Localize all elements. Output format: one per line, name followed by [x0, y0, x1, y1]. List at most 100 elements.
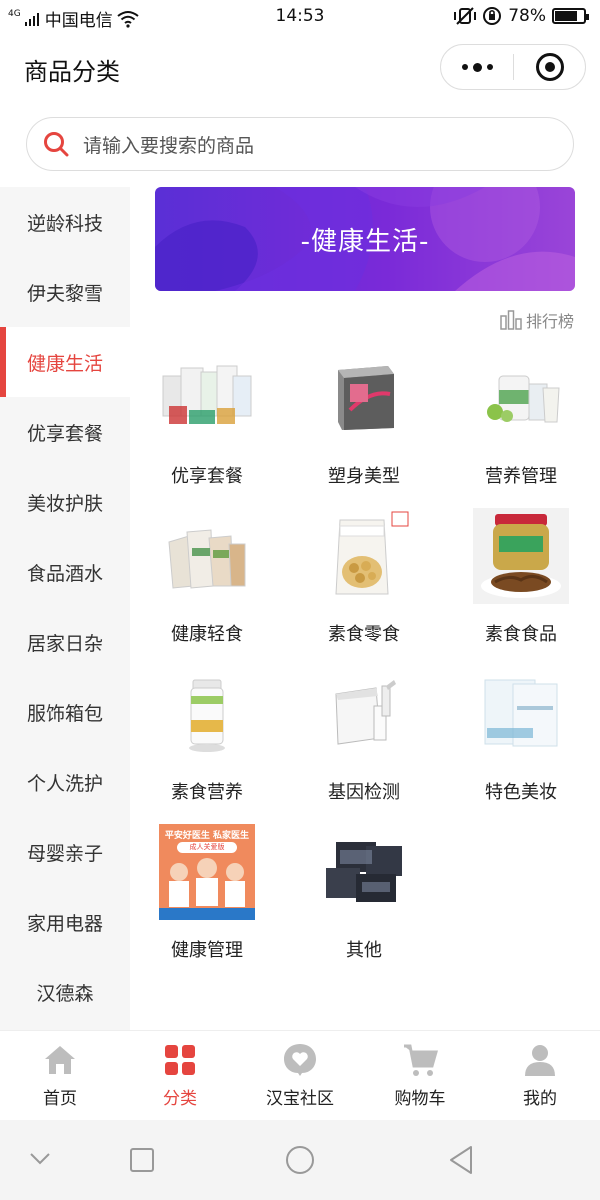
product-label: 营养管理	[485, 466, 557, 487]
sidebar-item[interactable]: 伊夫黎雪	[0, 257, 130, 327]
product-label: 特色美妆	[485, 782, 557, 803]
sidebar-item-label: 汉德森	[36, 982, 94, 1005]
target-icon	[535, 53, 564, 81]
sidebar-item-label: 食品酒水	[26, 562, 103, 585]
product-item[interactable]: 其他	[289, 824, 439, 962]
sidebar-item[interactable]: 食品酒水	[0, 537, 130, 607]
product-label: 素食零食	[328, 624, 400, 645]
bags-image	[316, 824, 412, 920]
system-navbar	[0, 1120, 600, 1200]
sidebar-item[interactable]: 家用电器	[0, 887, 130, 957]
battery-icon	[552, 8, 589, 24]
tab-home[interactable]: 首页	[0, 1031, 120, 1120]
sidebar-item[interactable]: 逆龄科技	[0, 187, 130, 257]
tab-mine[interactable]: 我的	[480, 1031, 600, 1120]
product-item[interactable]: 基因检测	[289, 666, 439, 804]
product-label: 基因检测	[328, 782, 400, 803]
banner-title: -健康生活-	[300, 226, 430, 257]
tab-category[interactable]: 分类	[120, 1031, 240, 1120]
bottom-tabbar: 首页 分类 汉宝社区 购物车 我的	[0, 1030, 600, 1120]
bar-chart-icon	[500, 310, 522, 330]
tab-cart[interactable]: 购物车	[360, 1031, 480, 1120]
product-label: 其他	[346, 940, 382, 961]
product-item[interactable]: 特色美妆	[446, 666, 596, 804]
nutrition-image	[473, 350, 569, 446]
tab-label: 首页	[43, 1089, 77, 1109]
sidebar-item-label: 居家日杂	[26, 632, 103, 655]
more-dot-icon	[472, 62, 482, 72]
search-input[interactable]: 请输入要搜索的商品	[26, 117, 574, 171]
supplement-set-image	[159, 350, 255, 446]
sidebar-item[interactable]: 个人洗护	[0, 747, 130, 817]
mask-pack-image	[473, 666, 569, 762]
tab-label: 我的	[523, 1089, 557, 1109]
category-banner[interactable]: -健康生活-	[155, 187, 575, 291]
search-icon	[44, 132, 69, 157]
home-icon	[45, 1046, 75, 1074]
sidebar-item-active[interactable]: 健康生活	[0, 327, 130, 397]
product-item[interactable]: 素食零食	[289, 508, 439, 646]
sidebar-item-label: 母婴亲子	[26, 842, 103, 865]
vibrate-icon	[454, 7, 477, 25]
sidebar-item-label: 健康生活	[26, 352, 103, 375]
product-item[interactable]: 素食食品	[446, 508, 596, 646]
product-label: 健康管理	[171, 940, 243, 961]
product-item[interactable]: 健康轻食	[132, 508, 282, 646]
search-placeholder: 请输入要搜索的商品	[83, 134, 255, 157]
product-item[interactable]: 塑身美型	[289, 350, 439, 488]
product-label: 塑身美型	[328, 466, 400, 487]
sidebar-item-label: 逆龄科技	[26, 212, 103, 235]
sidebar-item[interactable]: 优享套餐	[0, 397, 130, 467]
more-dot-icon	[461, 64, 468, 70]
sidebar-item[interactable]: 居家日杂	[0, 607, 130, 677]
tab-label: 购物车	[394, 1089, 446, 1109]
sidebar-item-label: 优享套餐	[26, 422, 103, 445]
sidebar-item[interactable]: 美妆护肤	[0, 467, 130, 537]
header: 商品分类	[0, 34, 600, 102]
bottle-image	[159, 666, 255, 762]
sidebar-item-label: 服饰箱包	[26, 702, 103, 725]
rotation-lock-icon	[483, 7, 502, 25]
product-label: 素食营养	[171, 782, 243, 803]
sidebar-item-label: 家用电器	[26, 912, 103, 935]
tab-community[interactable]: 汉宝社区	[240, 1031, 360, 1120]
ranking-label: 排行榜	[525, 312, 574, 331]
sidebar-item[interactable]: 母婴亲子	[0, 817, 130, 887]
product-label: 素食食品	[485, 624, 557, 645]
recent-apps-button[interactable]	[128, 1146, 156, 1174]
tab-label: 分类	[163, 1089, 197, 1109]
product-label: 优享套餐	[171, 466, 243, 487]
mini-program-capsule	[440, 44, 586, 90]
sidebar-item[interactable]: 服饰箱包	[0, 677, 130, 747]
battery-level	[555, 11, 577, 21]
more-button[interactable]	[441, 45, 513, 89]
tab-label: 汉宝社区	[266, 1089, 334, 1109]
close-miniprogram-button[interactable]	[514, 53, 585, 81]
back-button[interactable]	[446, 1144, 476, 1176]
sidebar-item-label: 个人洗护	[26, 772, 103, 795]
community-heart-icon	[284, 1044, 316, 1076]
category-sidebar: 逆龄科技 伊夫黎雪 健康生活 优享套餐 美妆护肤 食品酒水 居家日杂 服饰箱包 …	[0, 187, 130, 1030]
chevron-down-icon[interactable]	[28, 1150, 52, 1168]
light-food-image	[159, 508, 255, 604]
battery-percent: 78%	[508, 6, 546, 26]
product-item[interactable]: 优享套餐	[132, 350, 282, 488]
sidebar-item-label: 美妆护肤	[26, 492, 103, 515]
cart-icon	[404, 1044, 438, 1076]
more-dot-icon	[486, 64, 493, 70]
test-kit-image	[316, 666, 412, 762]
page-title: 商品分类	[24, 58, 120, 86]
product-label: 健康轻食	[171, 624, 243, 645]
jar-food-image	[473, 508, 569, 604]
user-icon	[525, 1045, 555, 1076]
product-item[interactable]: 营养管理	[446, 350, 596, 488]
box-image	[316, 350, 412, 446]
ranking-link[interactable]: 排行榜	[500, 308, 574, 332]
home-button[interactable]	[284, 1144, 316, 1176]
category-icon	[165, 1045, 195, 1075]
snack-bag-image	[316, 508, 412, 604]
product-item[interactable]: 素食营养	[132, 666, 282, 804]
status-right: 78%	[454, 6, 589, 26]
sidebar-item[interactable]: 汉德森	[0, 957, 130, 1027]
product-item[interactable]: 平安好医生 私家医生 成人关爱版 健康管理	[132, 824, 282, 962]
